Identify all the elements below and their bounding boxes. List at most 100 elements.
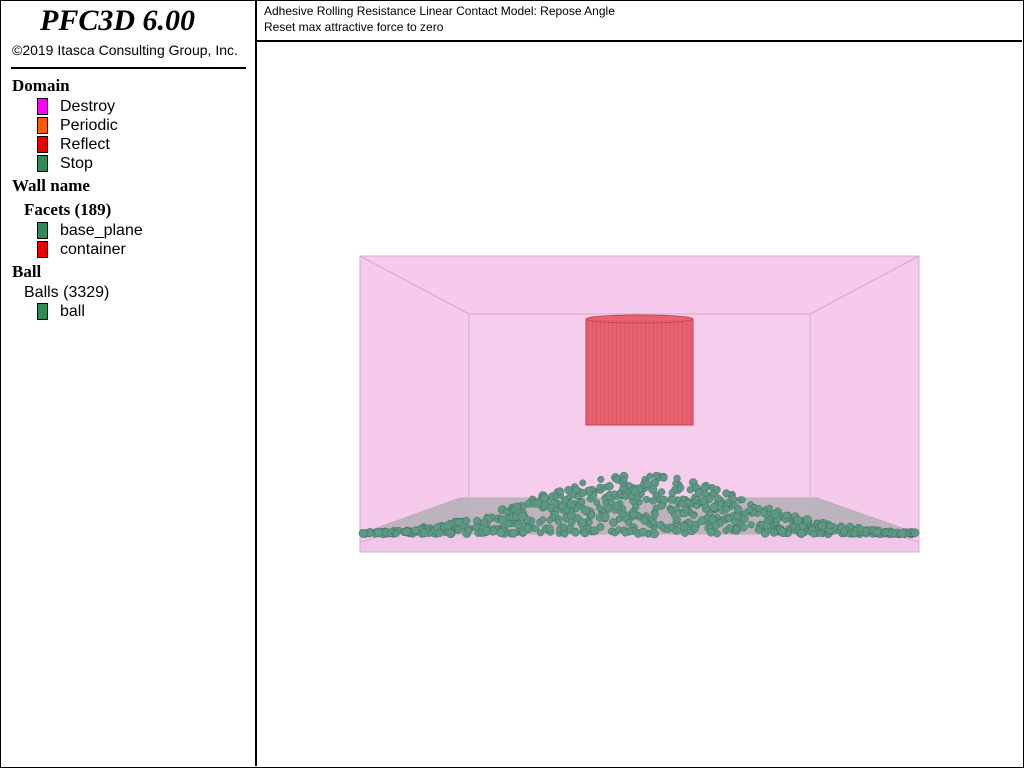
ball-particle (782, 511, 791, 520)
ball-particle (659, 473, 668, 482)
ball-particle (578, 518, 587, 527)
ball-particle (642, 495, 651, 503)
legend-item-label: container (60, 240, 126, 258)
ball-particle (649, 497, 657, 505)
3d-viewport[interactable] (257, 42, 1022, 766)
ball-particle (480, 518, 488, 526)
ball-particle (626, 482, 633, 489)
ball-particle (513, 502, 522, 511)
reflect-swatch (37, 136, 48, 153)
ball-particle (579, 479, 587, 487)
ball-particle (455, 518, 464, 527)
ball-particle (539, 516, 547, 523)
ball-particle (739, 496, 746, 504)
ball-particle (802, 515, 812, 525)
ball-particle (826, 521, 834, 530)
ball-particle (667, 507, 675, 515)
ball-particle (465, 527, 473, 535)
ball-particle (411, 526, 420, 535)
ball-particle (699, 496, 708, 505)
plot-subtitle: Reset max attractive force to zero (264, 20, 444, 34)
ball-particle (810, 530, 818, 538)
ball-particle (555, 487, 564, 496)
ball-particle (684, 499, 692, 507)
container-cylinder (585, 314, 694, 426)
ball-particle (702, 490, 710, 498)
ball-particle (733, 512, 742, 521)
ball-particle (590, 526, 600, 536)
ball-particle (523, 524, 533, 533)
ball-particle (462, 516, 471, 525)
ball-particle (482, 526, 492, 536)
legend-item-label: Destroy (60, 97, 116, 115)
ball-swatch (37, 303, 48, 320)
ball-particle (586, 518, 593, 526)
ball-particle (496, 528, 505, 537)
ball-particle (740, 514, 749, 524)
stop-swatch (37, 155, 48, 172)
legend-item-label: ball (60, 302, 85, 320)
ball-particle (733, 505, 743, 514)
ball-particle (561, 530, 569, 538)
ball-particle (873, 528, 881, 537)
ball-particle (435, 529, 444, 538)
ball-particle (596, 504, 604, 512)
ball-particle (682, 506, 690, 514)
ball-particle (638, 527, 648, 537)
ball-particle (769, 528, 778, 537)
ball-particle (910, 528, 920, 537)
legend-item-label: base_plane (60, 221, 143, 239)
ball-particle (567, 518, 576, 527)
ball-particle (602, 499, 609, 507)
ball-particle (747, 521, 755, 529)
container-swatch (37, 241, 48, 258)
ball-particle (796, 529, 806, 538)
ball-particle (725, 524, 734, 532)
ball-particle (610, 490, 618, 498)
facets-heading: Facets (189) (24, 200, 112, 219)
ball-particle (725, 515, 733, 523)
domain-heading: Domain (12, 76, 70, 95)
ball-particle (630, 487, 640, 496)
legend-item-label: Periodic (60, 116, 118, 134)
legend-item-base-plane: base_plane (37, 221, 143, 240)
container-rim (585, 314, 694, 324)
ball-particle (778, 527, 786, 536)
ball-particle (580, 528, 590, 538)
app-title: PFC3D 6.00 (40, 4, 196, 37)
container-body (585, 318, 694, 426)
ball-particle (898, 529, 907, 538)
ball-particle (650, 529, 659, 539)
ball-particle (580, 505, 590, 515)
ball-particle (657, 502, 666, 510)
ball-particle (882, 528, 890, 537)
ball-particle (532, 498, 542, 508)
ball-particle (392, 529, 400, 538)
legend-item-stop: Stop (37, 154, 93, 173)
ball-particle (722, 489, 731, 498)
periodic-swatch (37, 117, 48, 134)
ball-particle (709, 503, 718, 512)
ball-particle (640, 516, 649, 525)
ball-particle (739, 523, 748, 532)
ball-particle (629, 510, 638, 519)
ball-particle (691, 524, 699, 533)
ball-particle (600, 512, 610, 521)
plot-header: Adhesive Rolling Resistance Linear Conta… (257, 1, 1022, 42)
ball-particle (517, 511, 527, 521)
plot-title: Adhesive Rolling Resistance Linear Conta… (264, 4, 615, 18)
ball-particle (724, 499, 732, 507)
copyright-text: ©2019 Itasca Consulting Group, Inc. (12, 42, 238, 58)
ball-particle (851, 530, 858, 538)
ball-particle (596, 483, 604, 491)
legend-item-label: Stop (60, 154, 93, 172)
ball-particle (693, 502, 700, 510)
ball-particle (358, 529, 368, 538)
ball-particle (509, 529, 518, 538)
ball-particle (673, 474, 681, 483)
scene-canvas[interactable] (257, 42, 1022, 766)
ball-particle (686, 486, 694, 494)
legend-item-destroy: Destroy (37, 97, 115, 116)
ball-particle (619, 510, 627, 519)
ball-particle (667, 523, 675, 532)
